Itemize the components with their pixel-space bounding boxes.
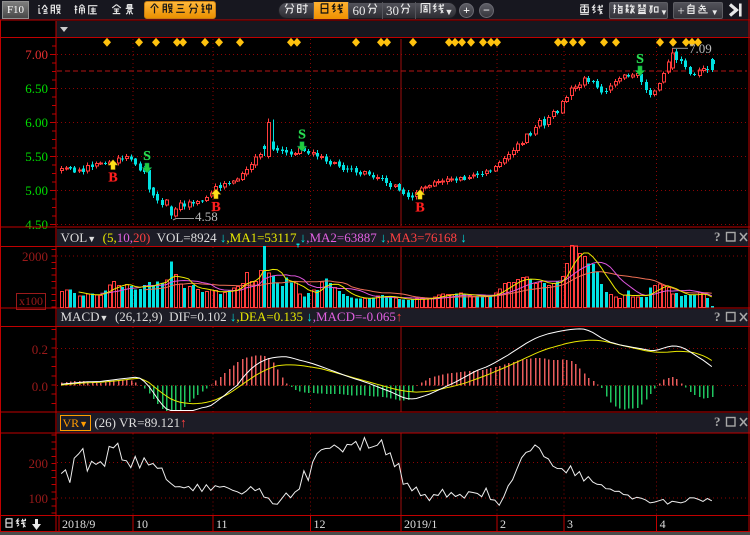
svg-text:B: B: [415, 200, 424, 215]
svg-text:S: S: [143, 149, 151, 164]
svg-text:B: B: [108, 171, 117, 186]
svg-text:S: S: [636, 52, 644, 67]
svg-text:7.09: 7.09: [689, 41, 712, 56]
svg-text:4.58: 4.58: [195, 209, 218, 224]
svg-text:S: S: [298, 128, 306, 143]
